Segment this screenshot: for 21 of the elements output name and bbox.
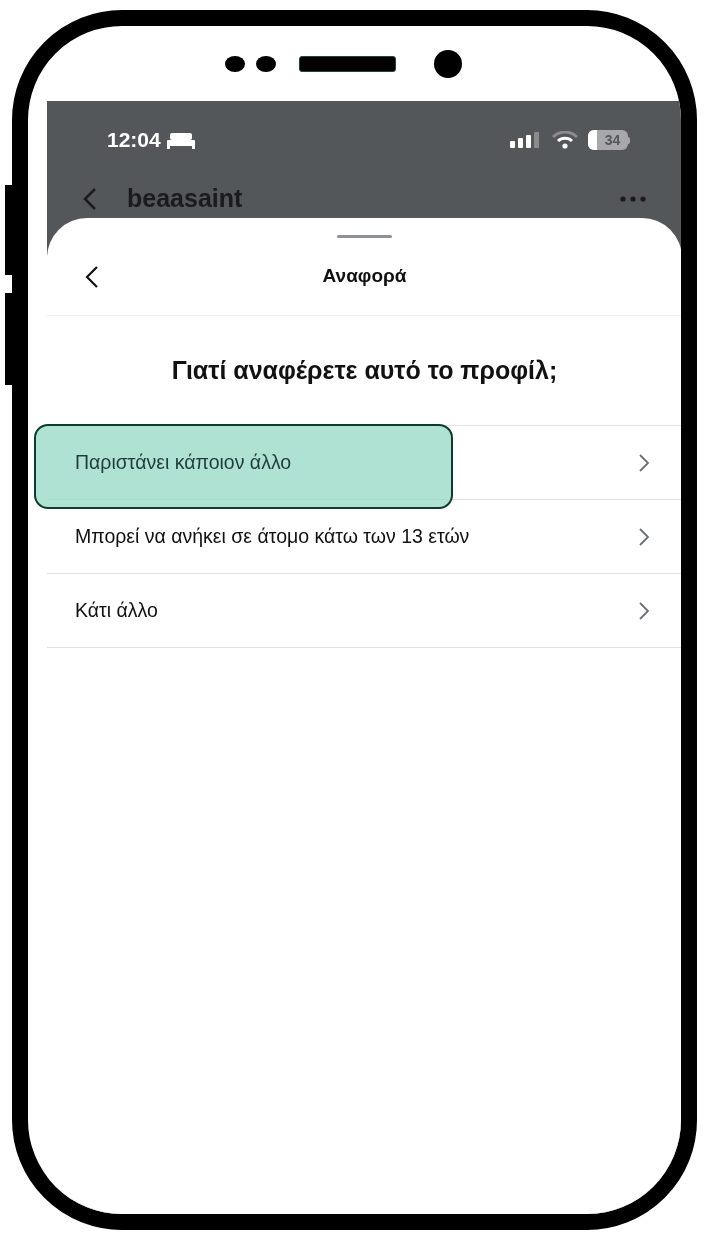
sensor-dot-icon bbox=[225, 54, 245, 73]
profile-username: beaasaint bbox=[127, 182, 243, 214]
wifi-icon bbox=[552, 131, 578, 149]
battery-charge bbox=[588, 130, 597, 150]
chevron-right-icon bbox=[638, 452, 650, 473]
report-question: Γιατί αναφέρετε αυτό το προφίλ; bbox=[171, 354, 558, 386]
sensor-dot-icon bbox=[256, 54, 276, 73]
sheet-title: Αναφορά bbox=[322, 264, 407, 289]
sheet-handle[interactable] bbox=[337, 235, 392, 238]
report-reason-option[interactable]: Μπορεί να ανήκει σε άτομο κάτω των 13 ετών bbox=[75, 521, 628, 552]
report-reason-option[interactable]: Κάτι άλλο bbox=[75, 595, 628, 626]
back-icon[interactable] bbox=[85, 264, 99, 289]
battery-level: 34 bbox=[603, 130, 622, 150]
chevron-right-icon bbox=[638, 526, 650, 547]
camera-icon bbox=[434, 49, 462, 78]
chevron-right-icon bbox=[638, 600, 650, 621]
bed-icon bbox=[166, 131, 195, 149]
report-reason-option[interactable]: Παριστάνει κάποιον άλλο bbox=[75, 447, 628, 478]
signal-icon bbox=[510, 132, 542, 148]
more-icon[interactable] bbox=[620, 195, 646, 202]
clock-time: 12:04 bbox=[107, 127, 161, 154]
